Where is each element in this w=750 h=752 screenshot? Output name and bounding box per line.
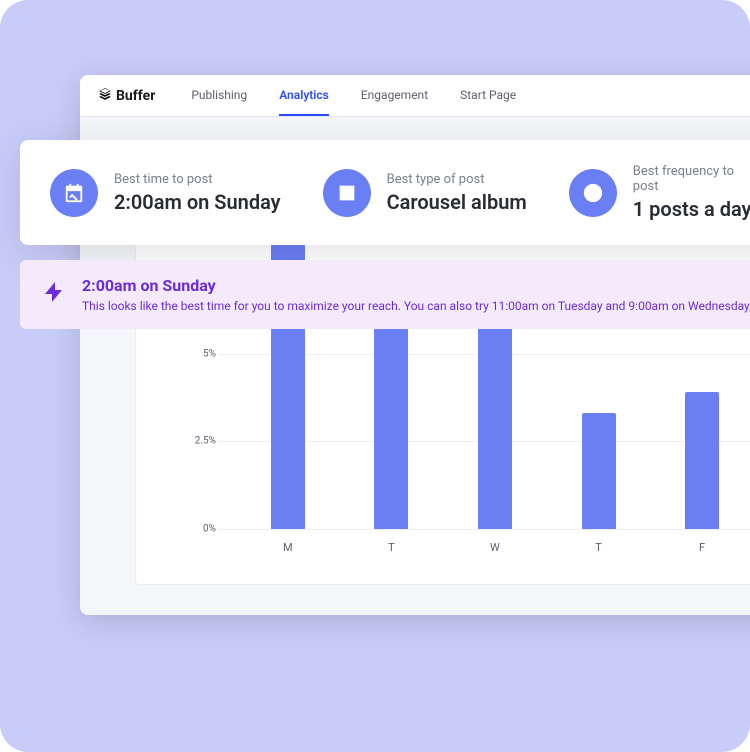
topbar: Buffer Publishing Analytics Engagement S… [80, 75, 750, 117]
nav-engagement[interactable]: Engagement [361, 76, 428, 116]
nav: Publishing Analytics Engagement Start Pa… [191, 76, 516, 116]
stat-label: Best frequency to post [633, 164, 750, 194]
brand-name: Buffer [116, 88, 155, 104]
gridline [218, 529, 750, 530]
x-axis-label: T [388, 541, 395, 554]
nav-analytics[interactable]: Analytics [279, 76, 329, 116]
brand[interactable]: Buffer [98, 87, 155, 105]
bar [582, 413, 616, 529]
insight-desc: This looks like the best time for you to… [82, 299, 750, 313]
bar [685, 392, 719, 529]
stat-label: Best type of post [387, 172, 527, 187]
insight-bar: 2:00am on Sunday This looks like the bes… [20, 260, 750, 329]
y-axis-label: 5% [182, 348, 216, 359]
stat-best-freq: Best frequency to post 1 posts a day [569, 164, 750, 221]
stat-label: Best time to post [114, 172, 281, 187]
bar [374, 301, 408, 529]
brand-icon [98, 87, 112, 105]
stage: Buffer Publishing Analytics Engagement S… [0, 0, 750, 752]
x-axis-label: F [699, 541, 705, 554]
stat-best-time: Best time to post 2:00am on Sunday [50, 164, 281, 221]
stat-value: Carousel album [387, 190, 527, 214]
lightning-icon [42, 276, 66, 313]
nav-publishing[interactable]: Publishing [191, 76, 247, 116]
y-axis-label: 0% [182, 524, 216, 535]
y-axis-label: 2.5% [182, 436, 216, 447]
nav-startpage[interactable]: Start Page [460, 76, 516, 116]
clock-icon [569, 169, 617, 217]
x-axis-label: W [490, 541, 500, 554]
x-axis-label: M [283, 541, 293, 554]
document-icon [323, 169, 371, 217]
stat-value: 2:00am on Sunday [114, 190, 281, 214]
calendar-icon [50, 169, 98, 217]
stat-best-type: Best type of post Carousel album [323, 164, 527, 221]
stat-value: 1 posts a day [633, 197, 750, 221]
x-axis-label: T [595, 541, 602, 554]
stat-strip: Best time to post 2:00am on Sunday Best … [20, 140, 750, 245]
insight-title: 2:00am on Sunday [82, 276, 750, 295]
